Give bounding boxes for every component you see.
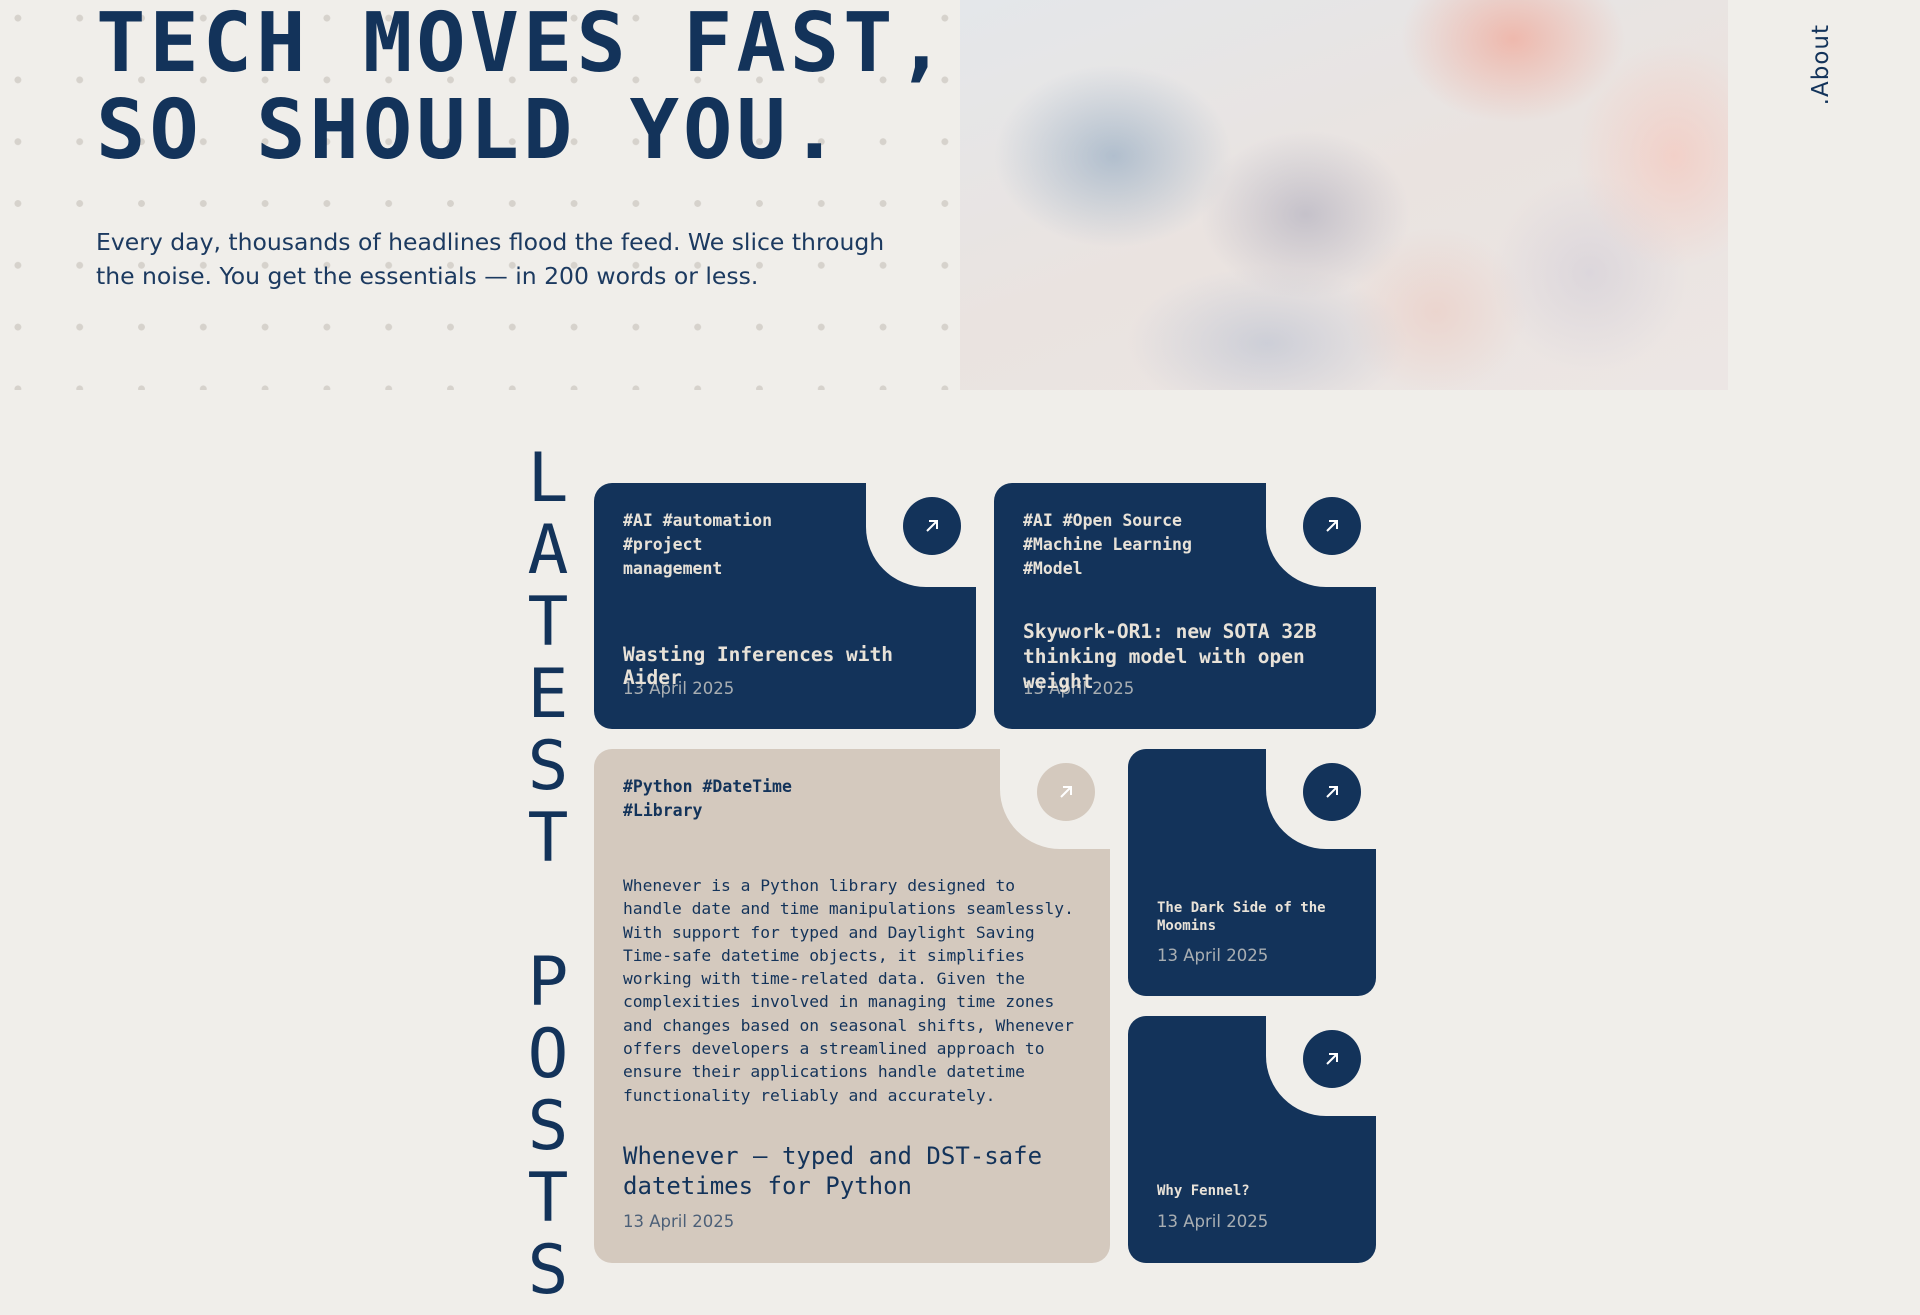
arrow-up-right-icon xyxy=(1326,1053,1338,1065)
label-letter: S xyxy=(527,1231,569,1310)
open-post-button[interactable] xyxy=(1303,1030,1361,1088)
arrow-up-right-icon xyxy=(1326,786,1338,798)
label-letter: T xyxy=(527,799,569,878)
post-tags: #AI #automation #project management xyxy=(623,511,773,578)
hero-image xyxy=(960,0,1728,390)
post-date: 13 April 2025 xyxy=(1023,679,1135,698)
open-post-button[interactable] xyxy=(1303,763,1361,821)
label-letter: T xyxy=(527,1159,569,1238)
label-letter: S xyxy=(527,727,569,806)
about-link[interactable]: .About xyxy=(1808,24,1834,105)
label-letter: P xyxy=(527,943,569,1022)
arrow-up-right-icon xyxy=(1326,520,1338,532)
label-letter: E xyxy=(527,655,569,734)
open-post-button[interactable] xyxy=(1037,763,1095,821)
post-title: Whenever – typed and DST-safe datetimes … xyxy=(623,1142,1043,1200)
arrow-up-right-icon xyxy=(1060,786,1072,798)
hero-title-line-1: TECH MOVES FAST, xyxy=(96,0,950,91)
arrow-up-right-icon xyxy=(926,520,938,532)
label-letter: L xyxy=(527,439,569,518)
open-post-button[interactable] xyxy=(903,497,961,555)
post-tags: #Python #DateTime #Library xyxy=(623,777,792,820)
label-letter: A xyxy=(527,511,569,590)
post-date: 13 April 2025 xyxy=(1157,1212,1269,1231)
hero-title: TECH MOVES FAST, SO SHOULD YOU. xyxy=(96,0,950,174)
post-excerpt: Whenever is a Python library designed to… xyxy=(623,876,1074,1105)
post-title: Why Fennel? xyxy=(1157,1183,1250,1199)
label-spacer xyxy=(520,875,576,947)
hero-title-line-2: SO SHOULD YOU. xyxy=(96,83,844,178)
post-card-featured[interactable]: #Python #DateTime #Library Whenever is a… xyxy=(594,745,1114,1263)
label-letter: O xyxy=(527,1015,569,1094)
post-date: 13 April 2025 xyxy=(623,679,735,698)
post-date: 13 April 2025 xyxy=(623,1212,735,1231)
post-title: The Dark Side of the Moomins xyxy=(1157,900,1326,934)
latest-posts-label: L A T E S T P O S T S xyxy=(520,443,576,1307)
label-letter: T xyxy=(527,583,569,662)
label-letter: S xyxy=(527,1087,569,1166)
open-post-button[interactable] xyxy=(1303,497,1361,555)
post-date: 13 April 2025 xyxy=(1157,946,1269,965)
post-tags: #AI #Open Source #Machine Learning #Mode… xyxy=(1023,511,1192,578)
hero-subtitle: Every day, thousands of headlines flood … xyxy=(96,228,885,290)
